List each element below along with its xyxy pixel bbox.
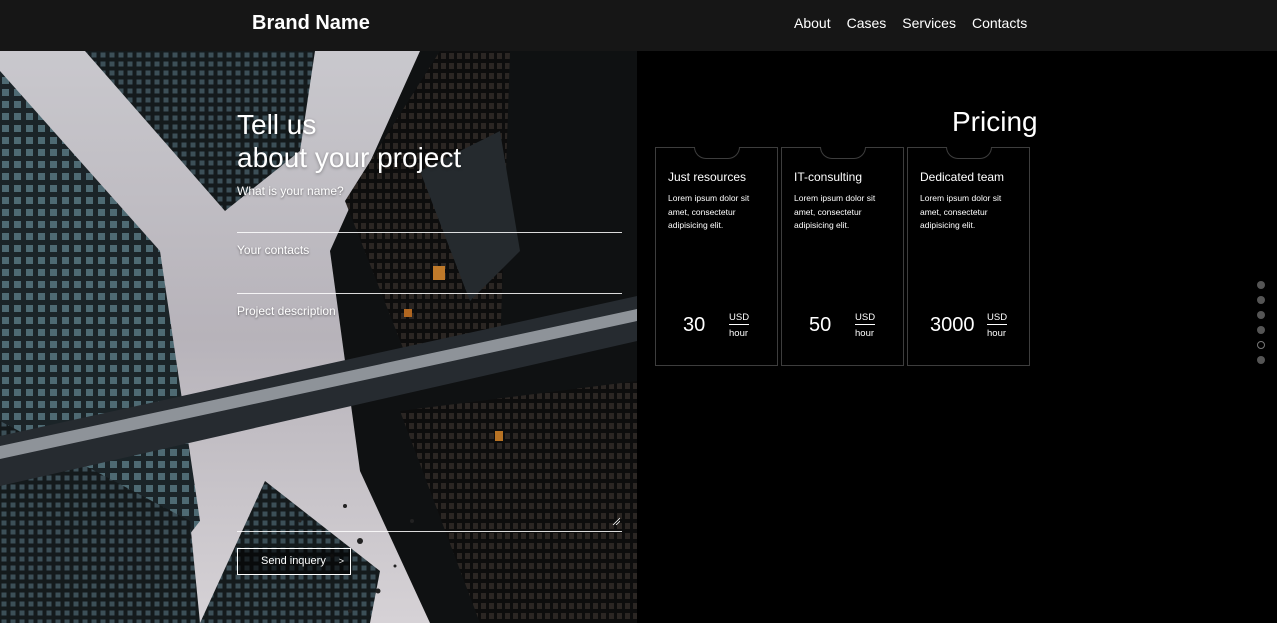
pager-dot-5-active[interactable]	[1257, 341, 1265, 349]
pager-dot-2[interactable]	[1257, 296, 1265, 304]
resize-handle-icon[interactable]	[612, 517, 620, 525]
send-inquiry-label: Send inquery	[261, 555, 326, 567]
contacts-field-label: Your contacts	[237, 243, 310, 257]
contacts-field[interactable]: Your contacts	[237, 241, 622, 294]
pricing-card-price: 30	[683, 314, 706, 336]
arrow-right-icon: >	[338, 556, 344, 566]
pricing-card-currency: USD	[729, 312, 750, 325]
project-description-field[interactable]: Project description	[237, 302, 622, 532]
nav-link-cases[interactable]: Cases	[847, 15, 887, 31]
pricing-card-description: Lorem ipsum dolor sit amet, consectetur …	[794, 193, 876, 230]
nav-link-contacts[interactable]: Contacts	[972, 15, 1027, 31]
pager-dot-4[interactable]	[1257, 326, 1265, 334]
section-pager	[1257, 281, 1265, 371]
pricing-card-unit: hour	[855, 328, 875, 339]
form-title: Tell us about your project	[237, 108, 622, 174]
pricing-card-unit: hour	[729, 328, 749, 339]
pricing-card-title: Dedicated team	[920, 170, 1005, 184]
pager-dot-3[interactable]	[1257, 311, 1265, 319]
brand-logo[interactable]: Brand Name	[252, 12, 370, 35]
send-inquiry-button[interactable]: Send inquery >	[237, 548, 351, 575]
card-notch	[820, 147, 866, 159]
nav-link-services[interactable]: Services	[902, 15, 956, 31]
pricing-card-currency: USD	[855, 312, 876, 325]
pricing-card-dedicated-team[interactable]: Dedicated team Lorem ipsum dolor sit ame…	[907, 147, 1030, 366]
site-header: Brand Name About Cases Services Contacts	[0, 0, 1277, 51]
nav-link-about[interactable]: About	[794, 15, 831, 31]
name-field-label: What is your name?	[237, 184, 344, 198]
pricing-card-title: Just resources	[668, 170, 747, 184]
pricing-card-currency: USD	[987, 312, 1008, 325]
pricing-title: Pricing	[952, 106, 1038, 137]
card-notch	[694, 147, 740, 159]
card-notch	[946, 147, 992, 159]
pricing-card-description: Lorem ipsum dolor sit amet, consectetur …	[668, 193, 750, 230]
pricing-card-unit: hour	[987, 328, 1007, 339]
project-description-label: Project description	[237, 304, 336, 318]
pricing-card-title: IT-consulting	[794, 170, 863, 184]
pager-dot-1[interactable]	[1257, 281, 1265, 289]
contact-form: Tell us about your project What is your …	[237, 108, 622, 575]
pager-dot-6[interactable]	[1257, 356, 1265, 364]
name-field[interactable]: What is your name?	[237, 182, 622, 233]
pricing-card-it-consulting[interactable]: IT-consulting Lorem ipsum dolor sit amet…	[781, 147, 904, 366]
pricing-card-price: 50	[809, 314, 832, 336]
pricing-card-price: 3000	[930, 314, 975, 336]
pricing-card-description: Lorem ipsum dolor sit amet, consectetur …	[920, 193, 1002, 230]
form-title-line1: Tell us	[237, 109, 317, 140]
main-nav: About Cases Services Contacts	[794, 15, 1027, 31]
form-title-line2: about your project	[237, 142, 462, 173]
pricing-card-just-resources[interactable]: Just resources Lorem ipsum dolor sit ame…	[655, 147, 778, 366]
